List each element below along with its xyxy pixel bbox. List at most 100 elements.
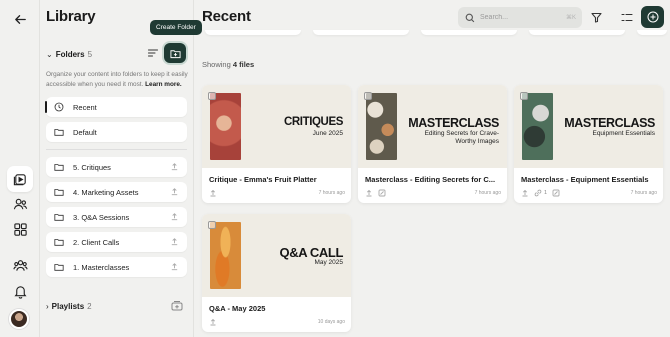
- folder-icon: [54, 262, 64, 272]
- card-thumbnail[interactable]: MASTERCLASS Equipment Essentials: [514, 85, 663, 168]
- select-checkbox[interactable]: [208, 92, 216, 100]
- create-folder-tooltip: Create Folder: [150, 20, 202, 35]
- notifications-icon[interactable]: [7, 278, 33, 304]
- folder-icon: [54, 187, 64, 197]
- folder-icon: [54, 237, 64, 247]
- file-card[interactable]: Q&A CALL May 2025 Q&A - May 2025 10 days…: [202, 214, 351, 332]
- upload-icon[interactable]: [170, 162, 179, 171]
- playlists-section-toggle[interactable]: › Playlists 2: [46, 299, 187, 313]
- thumb-title: MASTERCLASS: [564, 116, 655, 130]
- card-actions: [209, 189, 217, 197]
- sort-icon[interactable]: [147, 47, 159, 59]
- folder-item-client-calls[interactable]: 2. Client Calls: [46, 232, 187, 252]
- link-count: 1: [544, 190, 548, 196]
- page-title: Recent: [202, 8, 251, 25]
- card-thumbnail[interactable]: Q&A CALL May 2025: [202, 214, 351, 297]
- folders-label: Folders: [55, 49, 85, 59]
- folder-item-masterclasses[interactable]: 1. Masterclasses: [46, 257, 187, 277]
- folders-count: 5: [87, 49, 93, 59]
- library-panel: Library Create Folder ⌄ Folders 5 Organi…: [40, 0, 202, 337]
- folder-label: 4. Marketing Assets: [73, 187, 139, 197]
- playlists-label: Playlists: [51, 301, 85, 311]
- card-time: 7 hours ago: [318, 190, 345, 196]
- card-time: 10 days ago: [317, 319, 345, 325]
- folder-icon: [54, 212, 64, 222]
- thumb-subtitle: May 2025: [314, 259, 343, 266]
- nav-item-default[interactable]: Default: [46, 122, 187, 142]
- chevron-down-icon: ⌄: [46, 49, 53, 59]
- thumb-title: CRITIQUES: [283, 116, 343, 128]
- link-icon[interactable]: [534, 189, 542, 197]
- card-partial: [637, 30, 667, 35]
- contacts-icon[interactable]: [7, 191, 33, 217]
- upload-icon[interactable]: [521, 189, 529, 197]
- list-view-icon[interactable]: [621, 12, 633, 23]
- papaya-photo: [210, 222, 241, 289]
- nav-item-label: Default: [73, 127, 97, 137]
- team-icon[interactable]: [7, 252, 33, 278]
- thumb-title: Q&A CALL: [279, 245, 344, 260]
- folder-icon: [54, 127, 64, 137]
- upload-icon[interactable]: [170, 187, 179, 196]
- folder-item-marketing-assets[interactable]: 4. Marketing Assets: [46, 182, 187, 202]
- nav-item-label: Recent: [73, 102, 97, 112]
- card-time: 7 hours ago: [474, 190, 501, 196]
- file-card[interactable]: MASTERCLASS Editing Secrets for Crave-Wo…: [358, 85, 507, 203]
- select-checkbox[interactable]: [364, 92, 372, 100]
- search-icon: [465, 13, 475, 22]
- file-count: Showing 4 files: [202, 60, 255, 69]
- card-title[interactable]: Masterclass - Equipment Essentials: [521, 175, 657, 184]
- search-bar[interactable]: ⌘K: [458, 7, 582, 28]
- card-partial: [529, 30, 625, 35]
- card-title[interactable]: Q&A - May 2025: [209, 304, 345, 313]
- add-playlist-icon[interactable]: [171, 300, 183, 311]
- avatar[interactable]: [9, 309, 29, 329]
- grid-icon[interactable]: [7, 216, 33, 242]
- food-collage-photo: [366, 93, 397, 160]
- card-thumbnail[interactable]: CRITIQUES June 2025: [202, 85, 351, 168]
- edit-icon[interactable]: [552, 189, 560, 197]
- search-shortcut: ⌘K: [565, 15, 576, 21]
- filter-icon[interactable]: [591, 12, 602, 23]
- card-actions: [365, 189, 386, 197]
- upload-icon[interactable]: [170, 237, 179, 246]
- plus-circle-icon: [647, 11, 658, 23]
- card-thumbnail[interactable]: MASTERCLASS Editing Secrets for Crave-Wo…: [358, 85, 507, 168]
- card-title[interactable]: Masterclass - Editing Secrets for C...: [365, 175, 501, 184]
- upload-icon[interactable]: [365, 189, 373, 197]
- upload-icon[interactable]: [170, 212, 179, 221]
- create-folder-button[interactable]: [164, 43, 186, 63]
- thumb-subtitle: Editing Secrets for Crave-Worthy Images: [424, 130, 499, 145]
- select-checkbox[interactable]: [208, 221, 216, 229]
- folder-item-critiques[interactable]: 5. Critiques: [46, 157, 187, 177]
- file-card[interactable]: CRITIQUES June 2025 Critique - Emma's Fr…: [202, 85, 351, 203]
- folder-plus-icon: [169, 49, 181, 58]
- card-title[interactable]: Critique - Emma's Fruit Platter: [209, 175, 345, 184]
- back-arrow-icon[interactable]: [7, 6, 33, 32]
- main-content: Recent ⌘K Showing 4 files CRITIQUES June…: [195, 0, 670, 337]
- folders-help-text: Organize your content into folders to ke…: [46, 71, 188, 88]
- folder-label: 5. Critiques: [73, 162, 111, 172]
- edit-icon[interactable]: [378, 189, 386, 197]
- nav-item-recent[interactable]: Recent: [45, 97, 187, 117]
- search-input[interactable]: [480, 14, 560, 21]
- card-actions: [209, 318, 217, 326]
- library-icon[interactable]: [7, 166, 33, 192]
- library-title: Library: [46, 8, 96, 25]
- upload-icon[interactable]: [209, 189, 217, 197]
- thumb-subtitle: Equipment Essentials: [592, 130, 655, 137]
- folder-item-qa-sessions[interactable]: 3. Q&A Sessions: [46, 207, 187, 227]
- card-partial: [205, 30, 301, 35]
- select-checkbox[interactable]: [520, 92, 528, 100]
- learn-more-link[interactable]: Learn more.: [145, 81, 182, 88]
- add-new-button[interactable]: [641, 6, 664, 28]
- card-partial: [421, 30, 517, 35]
- folder-label: 1. Masterclasses: [73, 262, 130, 272]
- camera-equipment-photo: [522, 93, 553, 160]
- file-card[interactable]: MASTERCLASS Equipment Essentials Masterc…: [514, 85, 663, 203]
- upload-icon[interactable]: [209, 318, 217, 326]
- fruit-platter-photo: [210, 93, 241, 160]
- upload-icon[interactable]: [170, 262, 179, 271]
- card-actions: 1: [521, 189, 560, 197]
- clock-icon: [54, 102, 64, 112]
